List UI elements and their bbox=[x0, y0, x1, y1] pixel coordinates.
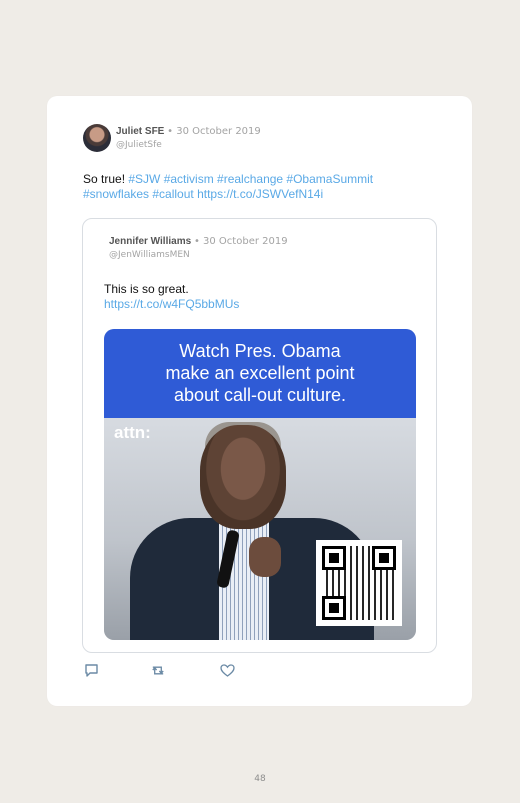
quoted-author-line: Jennifer Williams • 30 October 2019 bbox=[109, 236, 288, 247]
qr-code[interactable] bbox=[316, 540, 402, 626]
tweet-link[interactable]: https://t.co/JSWVefN14i bbox=[197, 187, 323, 201]
video-thumbnail[interactable]: Watch Pres. Obama make an excellent poin… bbox=[104, 329, 416, 640]
quoted-author-handle[interactable]: @JenWilliamsMEN bbox=[109, 250, 190, 260]
author-handle[interactable]: @JulietSfe bbox=[116, 140, 162, 150]
banner-line-2: make an excellent point bbox=[165, 363, 355, 383]
tweet-actions bbox=[83, 662, 283, 678]
tweet-header: Juliet SFE • 30 October 2019 @JulietSfe bbox=[83, 124, 383, 154]
tweet-date[interactable]: • 30 October 2019 bbox=[167, 126, 261, 137]
page-number: 48 bbox=[254, 774, 266, 784]
video-frame: attn: bbox=[104, 418, 416, 640]
author-line: Juliet SFE • 30 October 2019 bbox=[116, 126, 261, 137]
banner-line-3: about call-out culture. bbox=[173, 385, 347, 405]
tweet-card: Juliet SFE • 30 October 2019 @JulietSfe … bbox=[47, 96, 472, 706]
tweet-text: So true! #SJW #activism #realchange #Oba… bbox=[83, 172, 423, 202]
tweet-text-lead: So true! bbox=[83, 172, 129, 186]
speaker-hand bbox=[249, 537, 281, 577]
retweet-icon[interactable] bbox=[150, 662, 166, 678]
author-name[interactable]: Juliet SFE bbox=[116, 126, 164, 137]
reply-icon[interactable] bbox=[83, 662, 99, 678]
quoted-tweet-header: Jennifer Williams • 30 October 2019 @Jen… bbox=[109, 236, 409, 266]
heart-icon[interactable] bbox=[219, 662, 235, 678]
video-banner: Watch Pres. Obama make an excellent poin… bbox=[104, 329, 416, 418]
attn-logo: attn: bbox=[114, 423, 151, 442]
qr-finder-top-left bbox=[322, 546, 346, 570]
quoted-tweet-date[interactable]: • 30 October 2019 bbox=[194, 236, 288, 247]
quoted-tweet-link[interactable]: https://t.co/w4FQ5bbMUs bbox=[104, 297, 404, 312]
speaker-head bbox=[200, 425, 286, 529]
avatar[interactable] bbox=[83, 124, 111, 152]
banner-line-1: Watch Pres. Obama bbox=[179, 341, 341, 361]
quoted-author-name[interactable]: Jennifer Williams bbox=[109, 236, 191, 247]
quoted-tweet-body: This is so great. bbox=[104, 282, 189, 296]
qr-finder-bottom-left bbox=[322, 596, 346, 620]
quoted-tweet[interactable]: Jennifer Williams • 30 October 2019 @Jen… bbox=[82, 218, 437, 653]
quoted-tweet-text: This is so great. https://t.co/w4FQ5bbMU… bbox=[104, 282, 404, 312]
qr-finder-top-right bbox=[372, 546, 396, 570]
